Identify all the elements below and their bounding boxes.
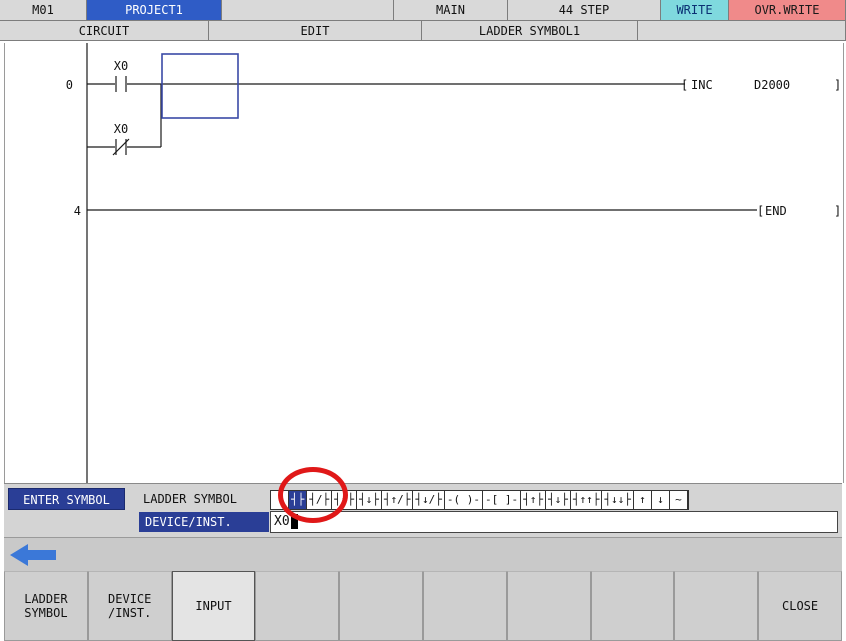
navigation-bar xyxy=(4,537,842,571)
ladder-symbol-button[interactable]: -[ ]- xyxy=(483,491,522,509)
function-key-bar: LADDER SYMBOL DEVICE /INST. INPUT CLOSE xyxy=(4,571,842,641)
ladder-symbol-button[interactable]: ~ xyxy=(670,491,688,509)
ladder-symbol-label: LADDER SYMBOL xyxy=(143,492,237,506)
step-count: 44 STEP xyxy=(508,0,661,21)
ladder-symbol-button[interactable]: ┤↑├ xyxy=(332,491,357,509)
tab-blank xyxy=(638,21,846,41)
function-key-8[interactable] xyxy=(590,571,675,641)
ladder-symbol-button[interactable]: ┤↑/├ xyxy=(382,491,414,509)
ladder-symbol-button[interactable]: ┤├ xyxy=(289,491,308,509)
tab-ladder-symbol[interactable]: LADDER SYMBOL1 xyxy=(422,21,638,41)
function-key-9[interactable] xyxy=(674,571,759,641)
contact-device-label: X0 xyxy=(114,122,128,136)
ladder-symbol-button[interactable]: ┤↓/├ xyxy=(413,491,445,509)
instruction-name: END xyxy=(765,204,787,218)
instruction-open-bracket: [ xyxy=(681,78,688,92)
ladder-symbol-button[interactable]: ┤↑↑├ xyxy=(571,491,603,509)
device-inst-input[interactable]: X0 xyxy=(270,511,838,533)
ladder-symbol-button[interactable]: ┤/├ xyxy=(307,491,333,509)
overwrite-mode-badge: OVR.WRITE xyxy=(729,0,846,21)
ladder-symbol-button[interactable]: ↑ xyxy=(634,491,652,509)
write-mode-badge: WRITE xyxy=(661,0,729,21)
ladder-symbol-button[interactable] xyxy=(271,491,289,509)
instruction-close-bracket: ] xyxy=(834,204,841,218)
instruction-name: INC xyxy=(691,78,713,92)
project-name: PROJECT1 xyxy=(87,0,222,21)
contact-device-label: X0 xyxy=(114,59,128,73)
no-contact-x0[interactable]: X0 xyxy=(114,59,128,92)
machine-label: M01 xyxy=(0,0,87,21)
function-key-4[interactable] xyxy=(255,571,340,641)
ladder-editor[interactable]: 0 X0 X0 [ INC D2000 ] 4 [END] xyxy=(4,43,844,483)
tab-circuit[interactable]: CIRCUIT xyxy=(0,21,209,41)
left-arrow-icon[interactable] xyxy=(6,538,66,571)
instruction-open-bracket: [ xyxy=(757,204,764,218)
ladder-symbol-button[interactable]: ↓ xyxy=(652,491,670,509)
enter-symbol-button[interactable]: ENTER SYMBOL xyxy=(8,488,125,510)
device-input-value: X0 xyxy=(274,514,290,529)
tab-edit[interactable]: EDIT xyxy=(209,21,422,41)
ladder-symbol-button[interactable]: ┤↓↓├ xyxy=(602,491,634,509)
ladder-symbol-button[interactable]: ┤↑├ xyxy=(521,491,546,509)
instruction-close-bracket: ] xyxy=(834,78,841,92)
device-inst-label: DEVICE/INST. xyxy=(139,512,269,532)
instruction-operand: D2000 xyxy=(754,78,790,92)
ladder-symbol-button[interactable]: ┤↓├ xyxy=(357,491,382,509)
inc-instruction[interactable]: [ INC D2000 ] xyxy=(681,78,841,92)
function-key-7[interactable] xyxy=(506,571,591,641)
function-key-5[interactable] xyxy=(339,571,423,641)
step-number: 0 xyxy=(66,78,73,92)
status-blank xyxy=(222,0,394,21)
nc-contact-x0[interactable]: X0 xyxy=(112,122,130,156)
end-instruction[interactable]: [ END ] xyxy=(757,204,841,218)
text-cursor xyxy=(290,514,298,529)
function-key-3[interactable]: INPUT xyxy=(171,571,256,641)
step-number: 4 xyxy=(74,204,81,218)
function-key-1[interactable]: LADDER SYMBOL xyxy=(4,571,88,641)
program-name: MAIN xyxy=(394,0,508,21)
ladder-symbol-button[interactable]: ┤↓├ xyxy=(546,491,571,509)
ladder-symbol-palette: ┤├ ┤/├ ┤↑├ ┤↓├ ┤↑/├ ┤↓/├ -( )- -[ ]- ┤↑├ ┤↓├ ┤↑↑├ ┤… xyxy=(270,490,689,510)
function-key-2[interactable]: DEVICE /INST. xyxy=(87,571,172,641)
symbol-entry-panel: ENTER SYMBOL LADDER SYMBOL ┤├ ┤/├ ┤↑├ ┤↓├ ┤↑… xyxy=(4,483,842,538)
function-key-6[interactable] xyxy=(422,571,507,641)
edit-cursor[interactable] xyxy=(161,53,239,119)
function-key-10[interactable]: CLOSE xyxy=(758,571,842,641)
ladder-symbol-button[interactable]: -( )- xyxy=(445,491,483,509)
